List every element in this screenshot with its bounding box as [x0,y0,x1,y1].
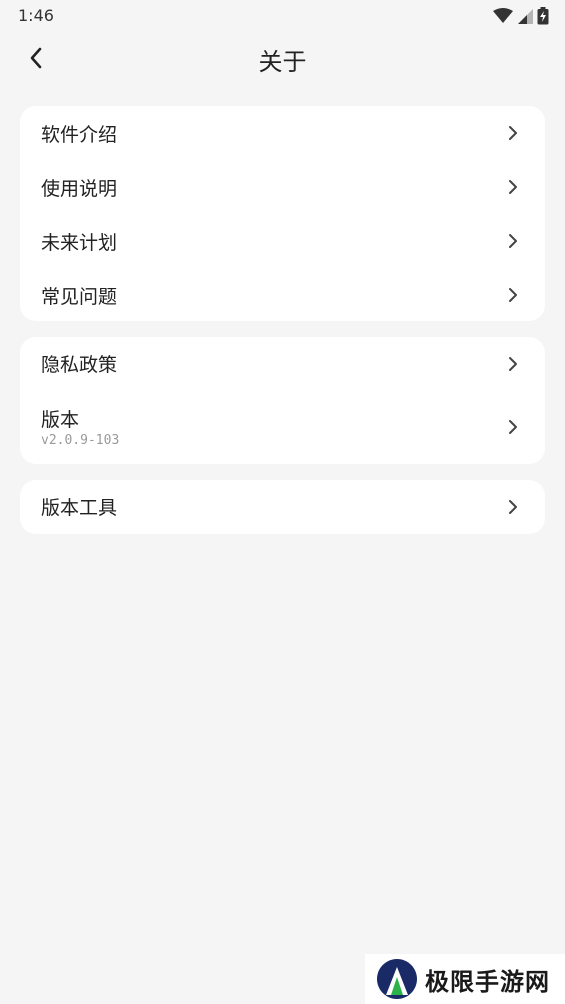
chevron-right-icon [509,180,517,194]
menu-item-label: 隐私政策 [41,354,118,376]
wifi-icon [493,8,513,23]
app-bar: 关于 [0,32,565,84]
chevron-right-icon [509,357,517,371]
menu-item-software-intro[interactable]: 软件介绍 [20,106,545,160]
menu-item-user-guide[interactable]: 使用说明 [20,160,545,214]
menu-item-version-tools[interactable]: 版本工具 [20,480,545,534]
menu-item-privacy-policy[interactable]: 隐私政策 [20,337,545,391]
menu-item-label: 软件介绍 [41,124,118,146]
version-number: v2.0.9-103 [41,433,120,448]
watermark-logo-icon [377,959,417,999]
menu-item-faq[interactable]: 常见问题 [20,268,545,321]
menu-item-future-plans[interactable]: 未来计划 [20,214,545,268]
settings-card-legal: 隐私政策 版本 v2.0.9-103 [20,337,545,464]
settings-card-general: 软件介绍 使用说明 未来计划 常见问题 [20,106,545,321]
watermark: 极限手游网 [365,954,565,1004]
menu-item-label: 未来计划 [41,232,118,254]
status-bar: 1:46 [0,0,565,32]
status-time: 1:46 [18,6,54,25]
watermark-text: 极限手游网 [425,966,550,996]
menu-item-version[interactable]: 版本 v2.0.9-103 [20,391,545,464]
menu-item-label: 版本工具 [41,497,118,519]
menu-item-label: 版本 [41,409,80,431]
page-title: 关于 [258,48,307,76]
chevron-right-icon [509,234,517,248]
settings-card-tools: 版本工具 [20,480,545,534]
chevron-right-icon [509,420,517,434]
chevron-right-icon [509,126,517,140]
menu-item-label: 使用说明 [41,178,118,200]
battery-charging-icon [537,7,549,25]
chevron-right-icon [509,500,517,514]
menu-item-label: 常见问题 [41,286,118,308]
chevron-right-icon [509,288,517,302]
status-icons [493,6,549,26]
cellular-signal-icon [518,9,533,24]
